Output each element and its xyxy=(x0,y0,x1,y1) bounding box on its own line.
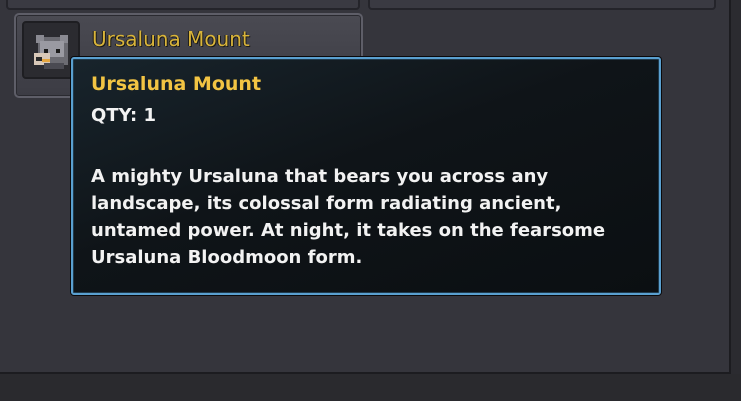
panel-bottom-border xyxy=(0,374,741,401)
item-tooltip: Ursaluna Mount QTY: 1 A mighty Ursaluna … xyxy=(71,57,661,295)
inventory-screen: Ursaluna Mount Ursaluna Mount QTY: 1 A m… xyxy=(0,0,741,401)
tooltip-title: Ursaluna Mount xyxy=(91,73,262,95)
item-slot-name: Ursaluna Mount xyxy=(92,27,250,51)
inventory-slot-top-left[interactable] xyxy=(6,0,360,10)
inventory-slot-top-right[interactable] xyxy=(368,0,716,10)
tooltip-description: A mighty Ursaluna that bears you across … xyxy=(91,166,606,268)
ursaluna-bear-icon xyxy=(34,35,68,69)
tooltip-quantity: QTY: 1 xyxy=(91,105,157,126)
